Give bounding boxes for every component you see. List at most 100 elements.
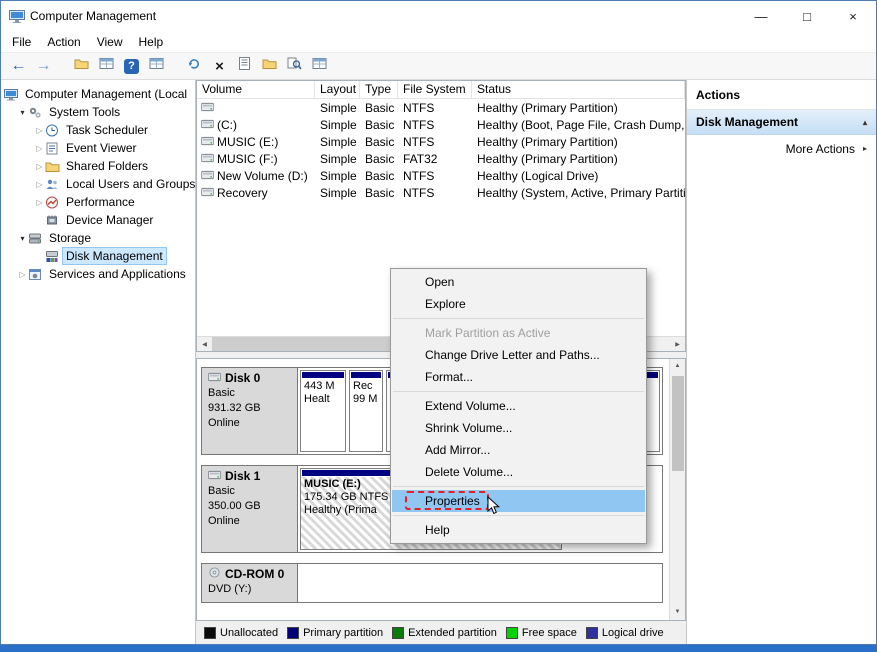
close-button[interactable]: × [830, 1, 876, 31]
tree-item-performance[interactable]: ▷ Performance [1, 193, 195, 211]
drive-icon [201, 135, 214, 149]
scroll-left-icon[interactable]: ◀ [197, 341, 212, 348]
refresh-button[interactable] [182, 54, 207, 78]
properties-button[interactable] [232, 54, 257, 78]
volume-row[interactable]: Simple Basic NTFS Healthy (Primary Parti… [197, 99, 685, 116]
title-bar[interactable]: Computer Management — □ × [1, 1, 876, 31]
tree-item-shared-folders[interactable]: ▷ Shared Folders [1, 157, 195, 175]
vertical-scrollbar[interactable]: ▲ ▼ [669, 359, 685, 620]
menu-item-label: Format... [425, 370, 474, 384]
back-button[interactable]: ← [6, 54, 31, 78]
menu-item-properties[interactable]: Properties [392, 490, 645, 512]
open-folder-button[interactable] [257, 54, 282, 78]
volume-row[interactable]: (C:) Simple Basic NTFS Healthy (Boot, Pa… [197, 116, 685, 133]
scroll-right-icon[interactable]: ▶ [670, 341, 685, 348]
partition-size: 99 M [353, 393, 378, 405]
volume-type: Basic [365, 134, 395, 149]
chevron-collapsed-icon[interactable]: ▷ [17, 270, 28, 279]
tree-item-label: Services and Applications [49, 267, 186, 281]
volume-type: Basic [365, 168, 395, 183]
partition[interactable]: Rec 99 M [349, 370, 383, 452]
toolbar: ← → ? × [1, 52, 876, 80]
help-topics-button[interactable] [307, 54, 332, 78]
tree-item-local-users-and-groups[interactable]: ▷ Local Users and Groups [1, 175, 195, 193]
tree-item-label: Storage [49, 231, 92, 245]
actions-disk-management[interactable]: Disk Management ▴ [687, 110, 876, 135]
volume-row[interactable]: MUSIC (F:) Simple Basic FAT32 Healthy (P… [197, 150, 685, 167]
chevron-expanded-icon[interactable]: ▾ [17, 234, 28, 243]
menu-item-extend-volume[interactable]: Extend Volume... [392, 395, 645, 417]
context-menu: Open Explore Mark Partition as Active Ch… [390, 268, 647, 544]
disk-1-label[interactable]: Disk 1 Basic 350.00 GB Online [202, 466, 298, 552]
chevron-collapsed-icon[interactable]: ▷ [34, 126, 45, 135]
chevron-collapsed-icon[interactable]: ▷ [34, 180, 45, 189]
column-header-layout[interactable]: Layout [315, 81, 360, 98]
collapse-chevron-icon[interactable]: ▴ [863, 118, 867, 127]
menu-item-explore[interactable]: Explore [392, 293, 645, 315]
tree-item-services-and-applications[interactable]: ▷ Services and Applications [1, 265, 195, 283]
legend-swatch [585, 626, 598, 639]
partition-size: 443 M [304, 380, 335, 392]
volume-file-system: NTFS [403, 185, 435, 200]
clock-icon [45, 124, 60, 137]
chevron-collapsed-icon[interactable]: ▷ [34, 198, 45, 207]
legend-swatch [204, 626, 216, 639]
chevron-collapsed-icon[interactable]: ▷ [34, 144, 45, 153]
help-button[interactable]: ? [119, 54, 144, 78]
menu-item-format[interactable]: Format... [392, 366, 645, 388]
menu-item-label: Properties [425, 494, 480, 508]
scroll-up-icon[interactable]: ▲ [670, 359, 685, 374]
tree-item-computer-management[interactable]: Computer Management (Local [1, 85, 195, 103]
export-list-button[interactable] [94, 54, 119, 78]
volume-file-system: NTFS [403, 100, 435, 115]
tree-item-label: Computer Management (Local [25, 87, 188, 101]
cdrom-0-label[interactable]: CD-ROM 0 DVD (Y:) [202, 564, 298, 602]
tree-item-event-viewer[interactable]: ▷ Event Viewer [1, 139, 195, 157]
menu-item-help[interactable]: Help [392, 519, 645, 541]
disk-0-label[interactable]: Disk 0 Basic 931.32 GB Online [202, 368, 298, 454]
actions-title: Actions [696, 88, 741, 102]
column-header-status[interactable]: Status [472, 81, 685, 98]
show-console-tree-button[interactable] [69, 54, 94, 78]
partition-name: Rec [353, 380, 373, 392]
volume-row[interactable]: New Volume (D:) Simple Basic NTFS Health… [197, 167, 685, 184]
menu-action[interactable]: Action [39, 33, 88, 51]
tree-item-storage[interactable]: ▾ Storage [1, 229, 195, 247]
tree-item-disk-management[interactable]: Disk Management [1, 247, 195, 265]
more-actions[interactable]: More Actions ▸ [687, 135, 876, 162]
volume-row[interactable]: Recovery Simple Basic NTFS Healthy (Syst… [197, 184, 685, 201]
tree-item-task-scheduler[interactable]: ▷ Task Scheduler [1, 121, 195, 139]
window-grid-icon [312, 57, 327, 75]
menu-item-shrink-volume[interactable]: Shrink Volume... [392, 417, 645, 439]
volume-layout: Simple [320, 185, 357, 200]
tree-item-device-manager[interactable]: Device Manager [1, 211, 195, 229]
scrollbar-thumb[interactable] [671, 376, 684, 471]
volume-row[interactable]: MUSIC (E:) Simple Basic NTFS Healthy (Pr… [197, 133, 685, 150]
minimize-button[interactable]: — [738, 1, 784, 31]
partition[interactable]: 443 M Healt [300, 370, 346, 452]
menu-item-open[interactable]: Open [392, 271, 645, 293]
menu-file[interactable]: File [4, 33, 39, 51]
menu-view[interactable]: View [89, 33, 131, 51]
chevron-collapsed-icon[interactable]: ▷ [34, 162, 45, 171]
menu-help[interactable]: Help [131, 33, 172, 51]
show-action-pane-button[interactable] [144, 54, 169, 78]
find-button[interactable] [282, 54, 307, 78]
disk-icon [208, 371, 221, 386]
column-header-type[interactable]: Type [360, 81, 398, 98]
disk-name: CD-ROM 0 [225, 567, 285, 581]
delete-button[interactable]: × [207, 54, 232, 78]
volume-file-system: NTFS [403, 134, 435, 149]
menu-item-add-mirror[interactable]: Add Mirror... [392, 439, 645, 461]
forward-button[interactable]: → [31, 54, 56, 78]
chevron-expanded-icon[interactable]: ▾ [17, 108, 28, 117]
column-header-volume[interactable]: Volume [197, 81, 315, 98]
maximize-button[interactable]: □ [784, 1, 830, 31]
scroll-down-icon[interactable]: ▼ [670, 605, 685, 620]
menu-item-delete-volume[interactable]: Delete Volume... [392, 461, 645, 483]
tree-item-system-tools[interactable]: ▾ System Tools [1, 103, 195, 121]
menu-item-label: Shrink Volume... [425, 421, 513, 435]
menu-item-change-drive-letter-and-paths[interactable]: Change Drive Letter and Paths... [392, 344, 645, 366]
column-header-file-system[interactable]: File System [398, 81, 472, 98]
menu-item-label: Delete Volume... [425, 465, 514, 479]
